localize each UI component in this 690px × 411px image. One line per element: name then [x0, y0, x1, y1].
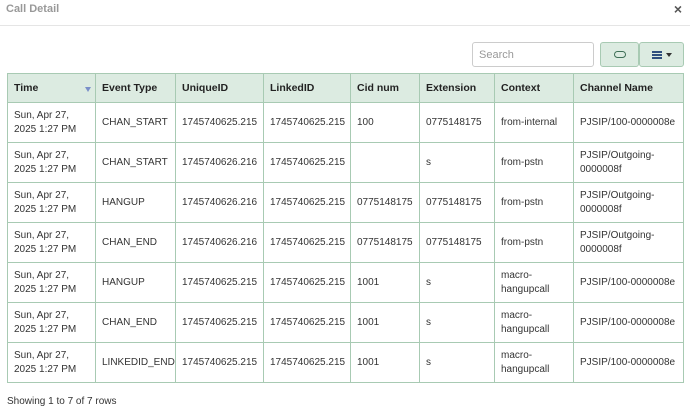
list-icon [651, 50, 662, 59]
cell-cid-num [350, 142, 420, 183]
table-header-row: Time Event Type UniqueID LinkedID Cid nu… [7, 73, 684, 103]
cell-context: macro-hangupcall [494, 262, 574, 303]
cell-context: from-pstn [494, 222, 574, 263]
toggle-view-button[interactable] [600, 42, 639, 67]
cell-uniqueid: 1745740626.216 [175, 222, 264, 263]
cell-linkedid: 1745740625.215 [263, 342, 351, 383]
cell-channel-name: PJSIP/100-0000008e [573, 262, 684, 303]
cell-cid-num: 1001 [350, 342, 420, 383]
call-detail-table: Time Event Type UniqueID LinkedID Cid nu… [7, 73, 684, 383]
cell-event-type: HANGUP [95, 262, 176, 303]
column-header-extension[interactable]: Extension [419, 73, 495, 103]
cell-cid-num: 1001 [350, 302, 420, 343]
column-header-event-type[interactable]: Event Type [95, 73, 176, 103]
cell-time: Sun, Apr 27, 2025 1:27 PM [7, 102, 96, 143]
column-header-time[interactable]: Time [7, 73, 96, 103]
cell-event-type: HANGUP [95, 182, 176, 223]
column-header-channel-name[interactable]: Channel Name [573, 73, 684, 103]
sort-desc-icon [85, 87, 91, 92]
cell-time: Sun, Apr 27, 2025 1:27 PM [7, 342, 96, 383]
cell-time: Sun, Apr 27, 2025 1:27 PM [7, 142, 96, 183]
cell-channel-name: PJSIP/Outgoing- 0000008f [573, 142, 684, 183]
table-row: Sun, Apr 27, 2025 1:27 PM CHAN_START 1745… [7, 102, 684, 143]
cell-time: Sun, Apr 27, 2025 1:27 PM [7, 222, 96, 263]
cell-linkedid: 1745740625.215 [263, 142, 351, 183]
cell-extension: s [419, 262, 495, 303]
cell-cid-num: 1001 [350, 262, 420, 303]
cell-time: Sun, Apr 27, 2025 1:27 PM [7, 302, 96, 343]
chevron-down-icon [665, 52, 672, 57]
cell-channel-name: PJSIP/100-0000008e [573, 302, 684, 343]
dialog-header: Call Detail × [0, 0, 690, 26]
cell-event-type: CHAN_START [95, 102, 176, 143]
cell-uniqueid: 1745740626.216 [175, 182, 264, 223]
cell-context: from-pstn [494, 182, 574, 223]
search-input[interactable] [472, 42, 594, 67]
column-header-context[interactable]: Context [494, 73, 574, 103]
cell-extension: s [419, 302, 495, 343]
cell-linkedid: 1745740625.215 [263, 102, 351, 143]
table-row: Sun, Apr 27, 2025 1:27 PM CHAN_END 174574… [7, 302, 684, 343]
table-row: Sun, Apr 27, 2025 1:27 PM CHAN_START 1745… [7, 142, 684, 183]
column-header-cid-num[interactable]: Cid num [350, 73, 420, 103]
cell-cid-num: 100 [350, 102, 420, 143]
cell-linkedid: 1745740625.215 [263, 262, 351, 303]
cell-channel-name: PJSIP/100-0000008e [573, 342, 684, 383]
cell-extension: 0775148175 [419, 102, 495, 143]
cell-uniqueid: 1745740625.215 [175, 302, 264, 343]
cell-event-type: CHAN_END [95, 302, 176, 343]
table-row: Sun, Apr 27, 2025 1:27 PM CHAN_END 174574… [7, 222, 684, 263]
table-row: Sun, Apr 27, 2025 1:27 PM HANGUP 17457406… [7, 182, 684, 223]
close-icon[interactable]: × [674, 1, 682, 17]
cell-extension: s [419, 342, 495, 383]
column-header-linkedid[interactable]: LinkedID [263, 73, 351, 103]
cell-cid-num: 0775148175 [350, 182, 420, 223]
cell-linkedid: 1745740625.215 [263, 182, 351, 223]
cell-linkedid: 1745740625.215 [263, 222, 351, 263]
cell-extension: s [419, 142, 495, 183]
cell-event-type: CHAN_END [95, 222, 176, 263]
columns-dropdown-button[interactable] [639, 42, 684, 67]
cell-context: from-pstn [494, 142, 574, 183]
cell-uniqueid: 1745740625.215 [175, 342, 264, 383]
call-detail-dialog: Call Detail × Time Event T [0, 0, 690, 411]
cell-channel-name: PJSIP/100-0000008e [573, 102, 684, 143]
cell-channel-name: PJSIP/Outgoing- 0000008f [573, 222, 684, 263]
cell-uniqueid: 1745740625.215 [175, 262, 264, 303]
cell-context: macro-hangupcall [494, 302, 574, 343]
cell-context: macro-hangupcall [494, 342, 574, 383]
cell-linkedid: 1745740625.215 [263, 302, 351, 343]
dialog-title: Call Detail [6, 3, 60, 15]
cell-time: Sun, Apr 27, 2025 1:27 PM [7, 262, 96, 303]
cell-uniqueid: 1745740625.215 [175, 102, 264, 143]
pagination-info: Showing 1 to 7 of 7 rows [7, 396, 117, 407]
cell-channel-name: PJSIP/Outgoing- 0000008f [573, 182, 684, 223]
cell-context: from-internal [494, 102, 574, 143]
cell-event-type: CHAN_START [95, 142, 176, 183]
cell-event-type: LINKEDID_END [95, 342, 176, 383]
cell-time: Sun, Apr 27, 2025 1:27 PM [7, 182, 96, 223]
column-header-uniqueid[interactable]: UniqueID [175, 73, 264, 103]
table-row: Sun, Apr 27, 2025 1:27 PM LINKEDID_END 17… [7, 342, 684, 383]
toggle-icon [613, 51, 626, 58]
cell-uniqueid: 1745740626.216 [175, 142, 264, 183]
cell-extension: 0775148175 [419, 182, 495, 223]
cell-extension: 0775148175 [419, 222, 495, 263]
table-row: Sun, Apr 27, 2025 1:27 PM HANGUP 17457406… [7, 262, 684, 303]
cell-cid-num: 0775148175 [350, 222, 420, 263]
